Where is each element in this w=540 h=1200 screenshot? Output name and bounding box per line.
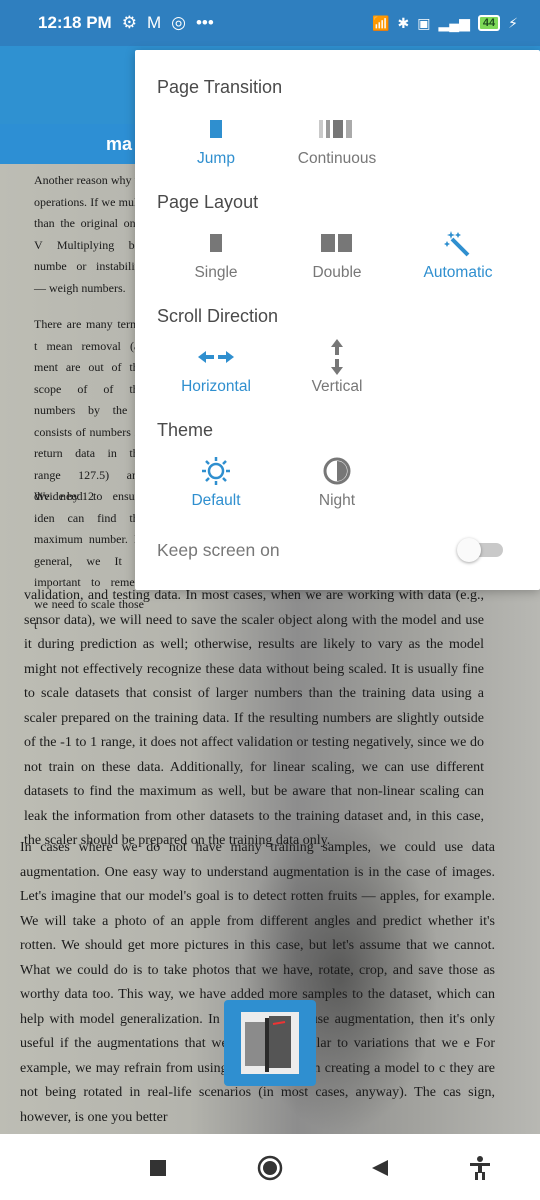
page-layout-title: Page Layout — [157, 192, 259, 212]
paragraph: validation, and testing data. In most ca… — [24, 588, 484, 848]
magic-wand-icon — [398, 228, 518, 258]
home-circle-icon — [257, 1155, 283, 1181]
status-time: 12:18 PM — [38, 13, 112, 32]
back-triangle-icon — [372, 1160, 388, 1176]
option-label: Default — [191, 492, 241, 509]
gmail-icon: M — [146, 13, 162, 32]
status-bar: 12:18 PM ⚙ M ◎ ••• 📶 ✱ ▣ ▂▄▆ 44 ⚡ — [0, 0, 540, 46]
option-continuous[interactable]: Continuous — [277, 114, 397, 168]
option-label: Continuous — [297, 150, 377, 167]
option-night-theme[interactable]: Night — [277, 456, 397, 510]
volte-icon: ▣ — [417, 14, 431, 31]
vertical-arrows-icon — [277, 339, 397, 375]
more-dots-icon: ••• — [195, 13, 214, 32]
gear-icon: ⚙ — [121, 13, 137, 32]
document-title: ma — [106, 134, 133, 154]
accessibility-button[interactable] — [466, 1154, 494, 1182]
paragraph: Another reason why th operations. If we … — [34, 173, 144, 295]
sun-icon — [156, 456, 276, 486]
home-button[interactable] — [256, 1154, 284, 1182]
option-label: Horizontal — [181, 378, 251, 395]
theme-title: Theme — [157, 420, 214, 440]
system-nav-bar — [0, 1134, 540, 1200]
half-moon-icon — [277, 456, 397, 486]
view-settings-menu: Page Transition Jump Continuous Page Lay… — [135, 50, 540, 590]
square-icon — [150, 1160, 166, 1176]
option-label: Vertical — [311, 378, 363, 395]
option-label: Double — [312, 264, 362, 281]
keep-screen-on-label: Keep screen on — [157, 540, 280, 560]
option-label: Automatic — [423, 264, 493, 281]
double-page-icon — [277, 228, 397, 258]
at-sign-icon: ◎ — [171, 13, 186, 32]
page-transition-title: Page Transition — [157, 77, 283, 97]
charging-icon: ⚡ — [508, 14, 518, 31]
option-label: Jump — [197, 150, 235, 167]
single-page-icon — [156, 228, 276, 258]
battery-icon: 44 — [477, 15, 501, 31]
continuous-bars-icon — [277, 114, 397, 144]
option-horizontal[interactable]: Horizontal — [156, 342, 276, 396]
horizontal-arrows-icon — [156, 342, 276, 372]
scroll-direction-title: Scroll Direction — [157, 306, 279, 326]
single-bar-icon — [156, 114, 276, 144]
option-jump[interactable]: Jump — [156, 114, 276, 168]
option-default-theme[interactable]: Default — [156, 456, 276, 510]
option-vertical[interactable]: Vertical — [277, 339, 397, 396]
paragraph: There are many terms t mean removal (as … — [34, 317, 144, 503]
back-button[interactable] — [366, 1154, 394, 1182]
wifi-icon: 📶 — [372, 14, 390, 31]
toggle-knob — [457, 538, 481, 562]
signal-icon: ▂▄▆ — [438, 14, 470, 31]
recent-apps-button[interactable] — [144, 1154, 172, 1182]
option-label: Single — [194, 264, 238, 281]
keep-screen-on-toggle[interactable] — [457, 538, 503, 562]
option-single[interactable]: Single — [156, 228, 276, 282]
accessibility-icon — [470, 1156, 490, 1180]
option-automatic[interactable]: Automatic — [398, 228, 518, 282]
option-double[interactable]: Double — [277, 228, 397, 282]
bluetooth-icon: ✱ — [397, 14, 410, 31]
option-label: Night — [318, 492, 356, 509]
page-thumbnail-button[interactable] — [224, 1000, 316, 1086]
page-thumbnail-icon — [241, 1012, 299, 1074]
